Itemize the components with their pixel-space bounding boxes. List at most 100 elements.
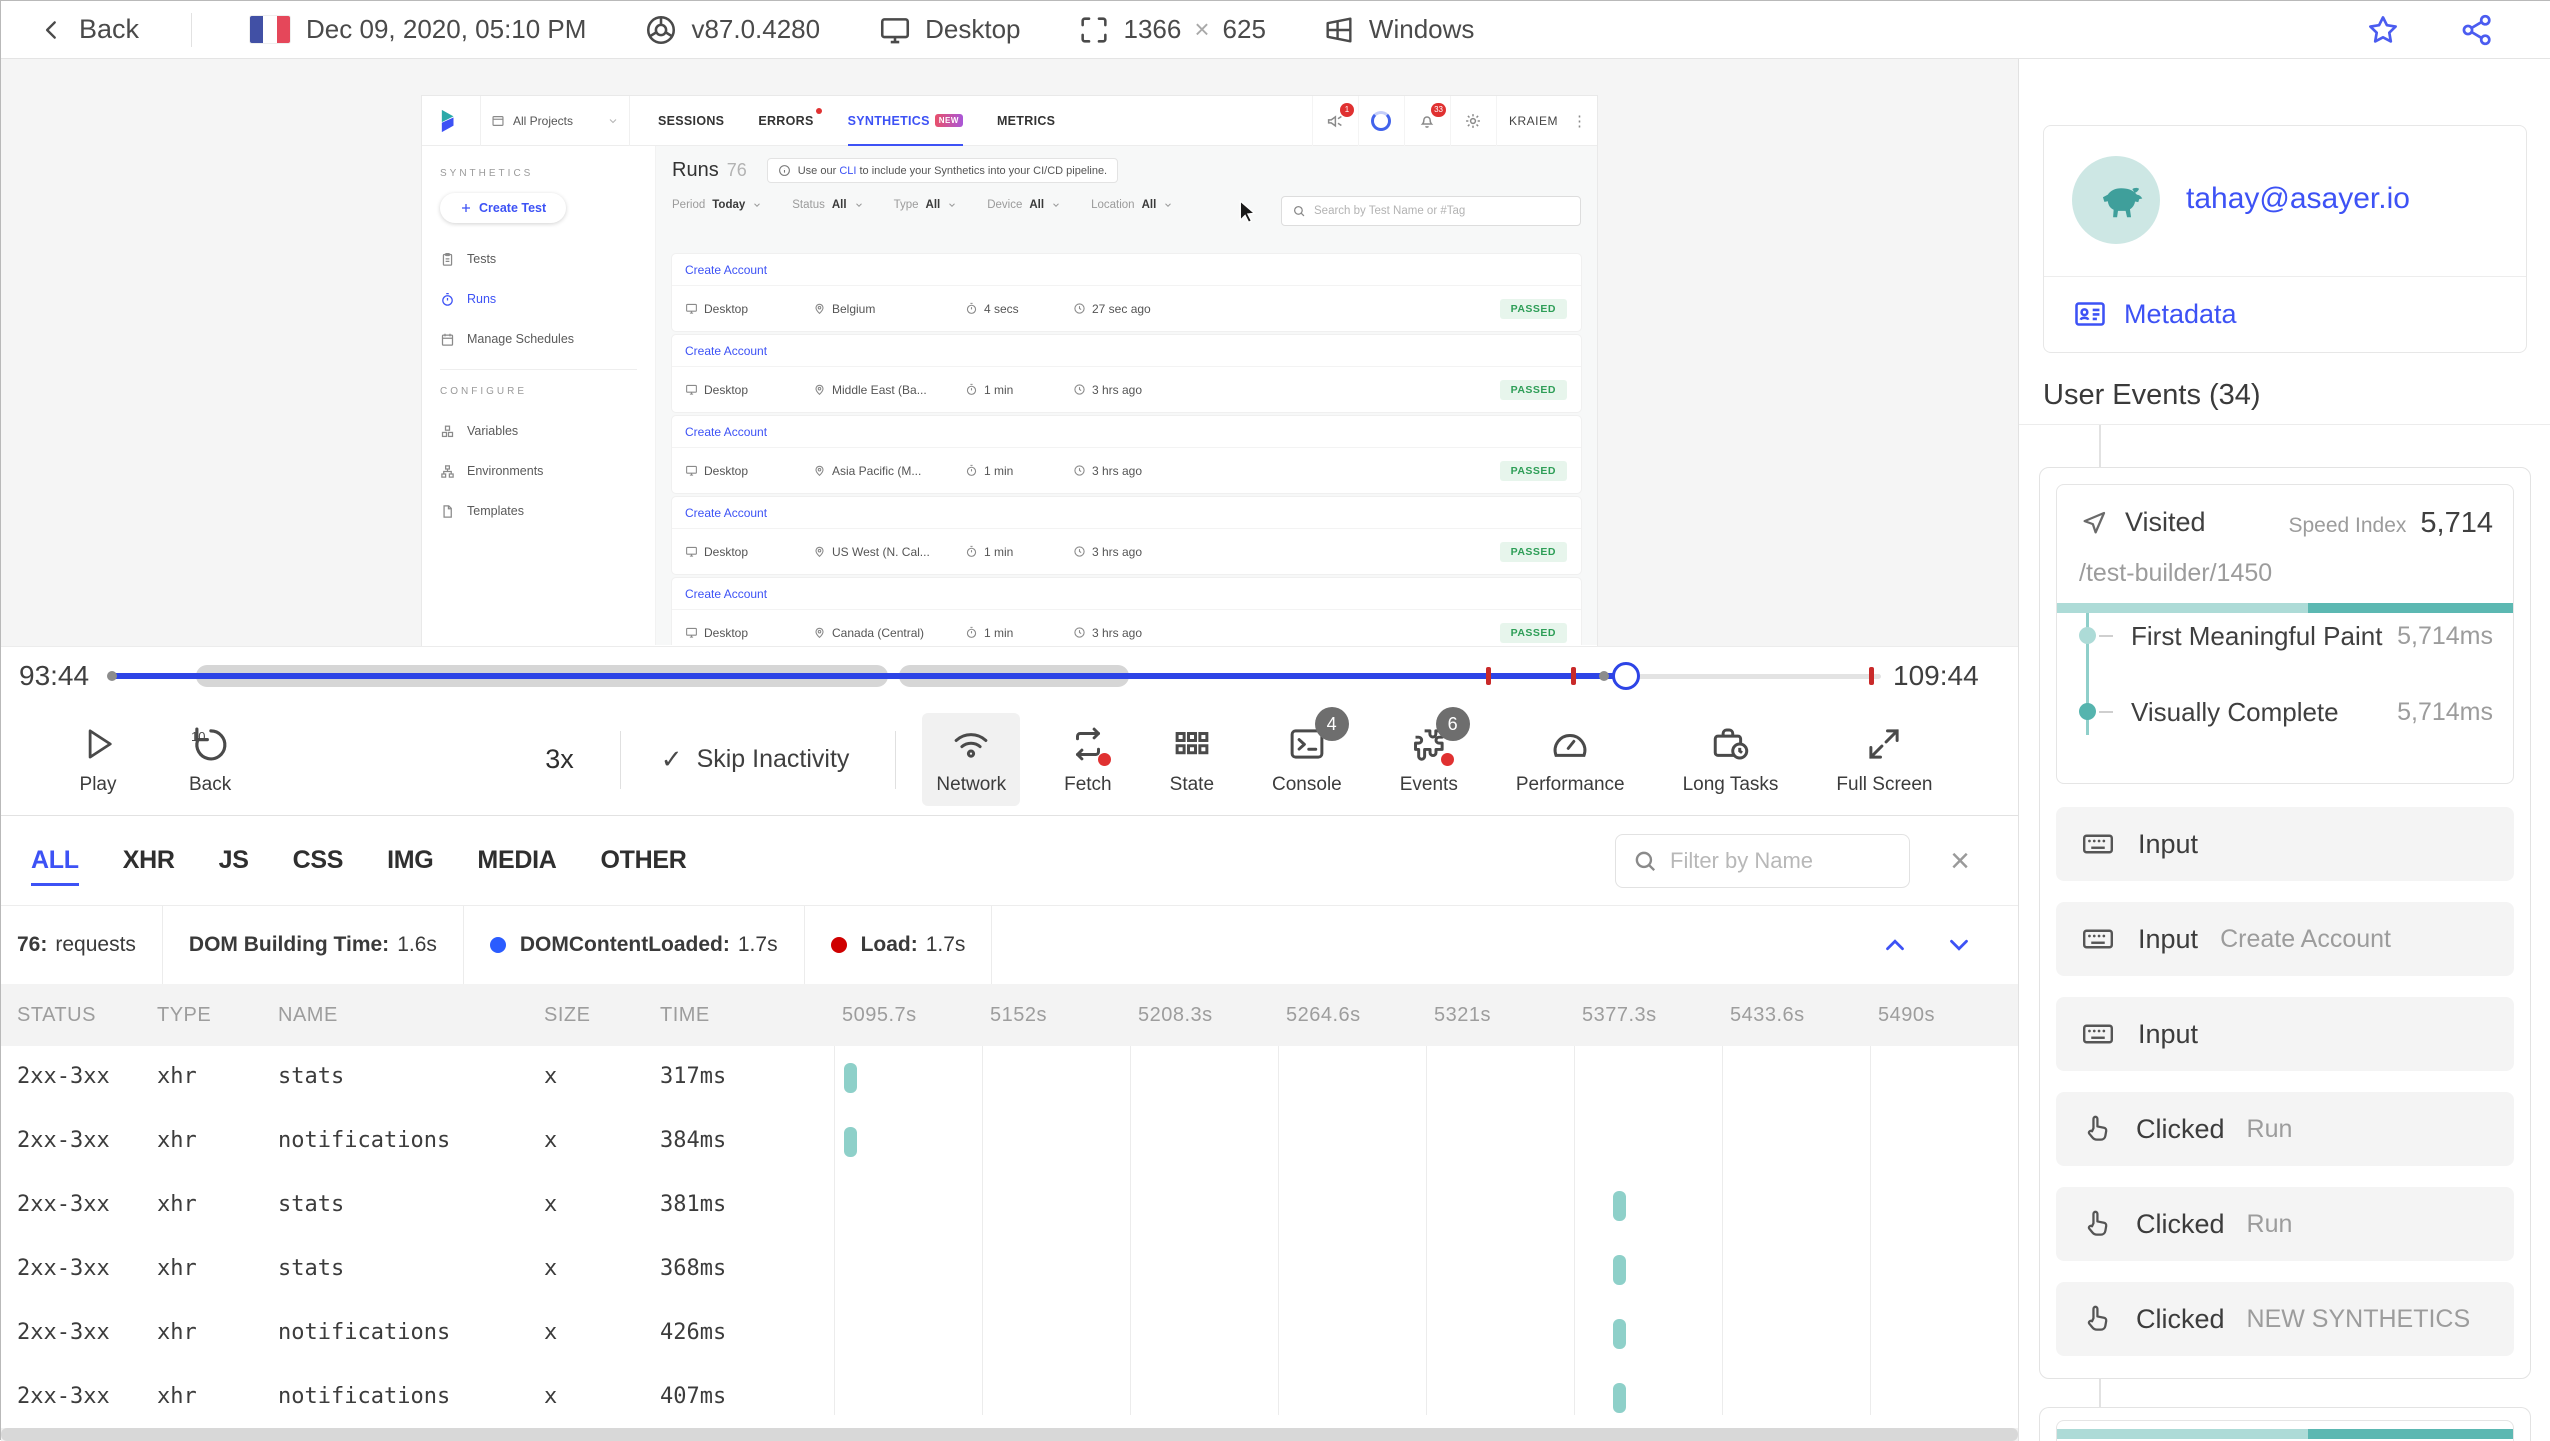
sidebar-item-variables[interactable]: Variables <box>422 411 655 451</box>
run-row[interactable]: Desktop Belgium 4 secs 27 sec ago PASSED <box>672 286 1581 331</box>
loading-spinner-icon <box>1357 95 1404 146</box>
sidebar-item-environments[interactable]: Environments <box>422 451 655 491</box>
speed-index-value: 5,714 <box>2420 507 2493 539</box>
filter-location[interactable]: Location All <box>1091 199 1173 211</box>
chevron-down-icon <box>854 200 864 210</box>
request-row[interactable]: 2xx-3xx xhr notifications x 384ms <box>1 1110 2018 1174</box>
create-test-button[interactable]: Create Test <box>440 193 567 223</box>
animal-avatar-icon <box>2102 187 2143 218</box>
net-tab-js[interactable]: JS <box>219 816 249 906</box>
events-panel-button[interactable]: 6 Events <box>1386 707 1472 806</box>
user-menu[interactable]: KRAIEM <box>1495 95 1570 146</box>
tab-sessions[interactable]: SESSIONS <box>658 96 724 146</box>
network-panel: ALL XHR JS CSS IMG MEDIA OTHER × 76:requ… <box>1 816 2018 1441</box>
tab-errors[interactable]: ERRORS <box>758 96 822 146</box>
console-panel-button[interactable]: 4 Console <box>1258 707 1356 806</box>
device-info: Desktop <box>878 13 1021 47</box>
run-test-name-link[interactable]: Create Account <box>672 335 1581 367</box>
skip-inactivity-toggle[interactable]: ✓ Skip Inactivity <box>661 744 850 775</box>
filter-status[interactable]: Status All <box>792 199 863 211</box>
location-pin-icon <box>813 383 826 396</box>
net-tab-all[interactable]: ALL <box>31 816 79 906</box>
visited-event-card[interactable]: Visited Speed Index 5,714 /test-builder/… <box>2056 484 2514 784</box>
run-test-name-link[interactable]: Create Account <box>672 416 1581 448</box>
run-test-name-link[interactable]: Create Account <box>672 578 1581 610</box>
filter-input[interactable] <box>1670 848 1893 874</box>
settings-gear-button[interactable] <box>1449 95 1496 146</box>
console-badge: 4 <box>1314 707 1349 741</box>
play-button[interactable]: Play <box>63 713 133 806</box>
metadata-button[interactable]: Metadata <box>2072 276 2237 352</box>
sidebar-item-runs[interactable]: Runs <box>422 279 655 319</box>
run-group: Create Account Desktop Belgium 4 secs 27… <box>672 254 1581 331</box>
load-dot-icon <box>830 937 847 953</box>
net-tab-img[interactable]: IMG <box>387 816 434 906</box>
net-tab-xhr[interactable]: XHR <box>123 816 175 906</box>
event-item-input[interactable]: Input <box>2056 807 2514 881</box>
project-selector[interactable]: All Projects <box>480 95 630 146</box>
status-badge: PASSED <box>1499 379 1567 400</box>
state-panel-button[interactable]: State <box>1156 713 1228 806</box>
time-tick: 5490s <box>1878 1004 1935 1026</box>
back-10s-button[interactable]: 10 Back <box>175 713 245 806</box>
player-controls: Play 10 Back 3x ✓ Skip Inactivity Networ… <box>1 704 2018 816</box>
net-tab-other[interactable]: OTHER <box>600 816 686 906</box>
sidebar-item-manage-schedules[interactable]: Manage Schedules <box>422 319 655 359</box>
request-row[interactable]: 2xx-3xx xhr notifications x 426ms <box>1 1302 2018 1366</box>
filter-device[interactable]: Device All <box>987 199 1061 211</box>
jump-previous-icon[interactable] <box>1880 930 1910 960</box>
run-row[interactable]: Desktop Middle East (Ba... 1 min 3 hrs a… <box>672 367 1581 412</box>
back-button[interactable]: Back <box>39 14 139 45</box>
jump-next-icon[interactable] <box>1944 930 1974 960</box>
share-icon[interactable] <box>2459 12 2495 48</box>
run-test-name-link[interactable]: Create Account <box>672 254 1581 286</box>
event-item-clicked[interactable]: Clicked Run <box>2056 1187 2514 1261</box>
timeline-seekbar[interactable] <box>107 647 1881 705</box>
filter-type[interactable]: Type All <box>894 199 958 211</box>
tab-metrics[interactable]: METRICS <box>997 96 1055 146</box>
keyboard-icon <box>2080 921 2116 957</box>
event-item-input[interactable]: Input Create Account <box>2056 902 2514 976</box>
close-panel-icon[interactable]: × <box>1950 844 1970 878</box>
kebab-menu-icon[interactable]: ⋮ <box>1570 112 1597 130</box>
event-item-clicked[interactable]: Clicked Run <box>2056 1092 2514 1166</box>
fmp-dot-icon <box>2079 627 2096 644</box>
request-row[interactable]: 2xx-3xx xhr stats x 381ms <box>1 1174 2018 1238</box>
monitor-icon <box>878 13 912 47</box>
filter-period[interactable]: Period Today <box>672 199 762 211</box>
playhead[interactable] <box>1612 662 1640 690</box>
request-row[interactable]: 2xx-3xx xhr notifications x 407ms <box>1 1366 2018 1430</box>
run-test-name-link[interactable]: Create Account <box>672 497 1581 529</box>
test-search-input[interactable] <box>1314 205 1570 217</box>
long-tasks-panel-button[interactable]: Long Tasks <box>1669 713 1793 806</box>
fetch-panel-button[interactable]: Fetch <box>1050 713 1126 806</box>
run-row[interactable]: Desktop US West (N. Cal... 1 min 3 hrs a… <box>672 529 1581 574</box>
performance-panel-button[interactable]: Performance <box>1502 713 1639 806</box>
cli-link[interactable]: CLI <box>839 165 856 177</box>
notifications-button[interactable]: 33 <box>1403 95 1450 146</box>
event-item-input[interactable]: Input <box>2056 997 2514 1071</box>
request-row[interactable]: 2xx-3xx xhr stats x 368ms <box>1 1238 2018 1302</box>
favorite-star-icon[interactable] <box>2365 12 2401 48</box>
network-panel-button[interactable]: Network <box>922 713 1021 806</box>
event-item-clicked[interactable]: Clicked NEW SYNTHETICS <box>2056 1282 2514 1356</box>
net-tab-css[interactable]: CSS <box>293 816 344 906</box>
run-group: Create Account Desktop Asia Pacific (M..… <box>672 416 1581 493</box>
run-row[interactable]: Desktop Canada (Central) 1 min 3 hrs ago… <box>672 610 1581 645</box>
net-tab-media[interactable]: MEDIA <box>477 816 556 906</box>
playback-speed-button[interactable]: 3x <box>545 744 574 775</box>
tab-synthetics[interactable]: SYNTHETICS NEW <box>847 96 964 147</box>
sidebar-item-templates[interactable]: Templates <box>422 491 655 531</box>
errors-alert-dot <box>815 107 822 114</box>
test-search-field[interactable] <box>1281 196 1581 226</box>
filter-field[interactable] <box>1615 834 1910 888</box>
search-icon <box>1632 848 1658 874</box>
request-row[interactable]: 2xx-3xx xhr stats x 317ms <box>1 1046 2018 1110</box>
france-flag-icon <box>250 16 291 43</box>
location-pin-icon <box>813 545 826 558</box>
sidebar-item-tests[interactable]: Tests <box>422 239 655 279</box>
run-row[interactable]: Desktop Asia Pacific (M... 1 min 3 hrs a… <box>672 448 1581 493</box>
fullscreen-button[interactable]: Full Screen <box>1822 713 1946 806</box>
location-pin-icon <box>813 302 826 315</box>
announcements-button[interactable]: 1 <box>1311 95 1358 146</box>
